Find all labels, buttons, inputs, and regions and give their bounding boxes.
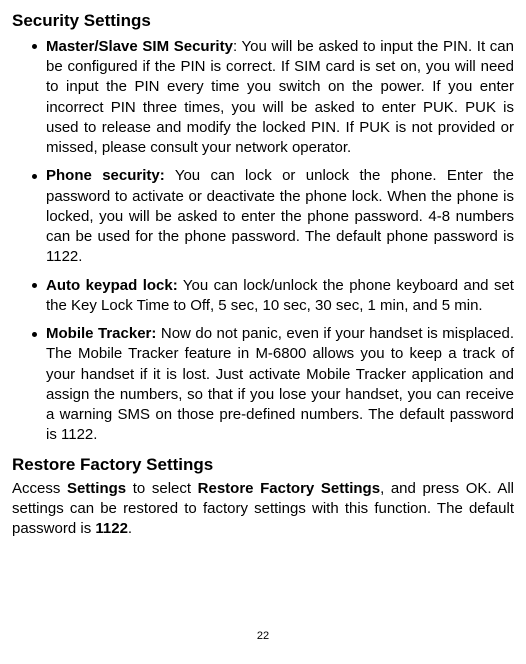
para-bold: 1122 xyxy=(95,520,128,537)
security-settings-heading: Security Settings xyxy=(12,10,514,33)
bullet-icon xyxy=(32,283,37,288)
item-sep: : xyxy=(233,38,242,55)
item-sep xyxy=(165,167,175,184)
item-label: Mobile Tracker: xyxy=(46,325,156,342)
bullet-icon xyxy=(32,174,37,179)
restore-factory-heading: Restore Factory Settings xyxy=(12,454,514,477)
bullet-icon xyxy=(32,44,37,49)
para-bold: Settings xyxy=(67,480,126,497)
list-item: Auto keypad lock: You can lock/unlock th… xyxy=(32,276,514,317)
item-body: Now do not panic, even if your handset i… xyxy=(46,325,514,443)
list-item: Phone security: You can lock or unlock t… xyxy=(32,166,514,267)
list-item: Mobile Tracker: Now do not panic, even i… xyxy=(32,324,514,446)
list-item: Master/Slave SIM Security: You will be a… xyxy=(32,37,514,159)
item-label: Phone security: xyxy=(46,167,165,184)
page-number: 22 xyxy=(12,629,514,644)
para-bold: Restore Factory Settings xyxy=(198,480,380,497)
item-label: Auto keypad lock: xyxy=(46,277,178,294)
item-label: Master/Slave SIM Security xyxy=(46,38,233,55)
bullet-icon xyxy=(32,332,37,337)
para-text: . xyxy=(128,520,132,537)
item-body: You will be asked to input the PIN. It c… xyxy=(46,38,514,156)
para-text: Access xyxy=(12,480,67,497)
para-text: to select xyxy=(126,480,198,497)
security-settings-list: Master/Slave SIM Security: You will be a… xyxy=(12,37,514,446)
restore-factory-paragraph: Access Settings to select Restore Factor… xyxy=(12,479,514,540)
